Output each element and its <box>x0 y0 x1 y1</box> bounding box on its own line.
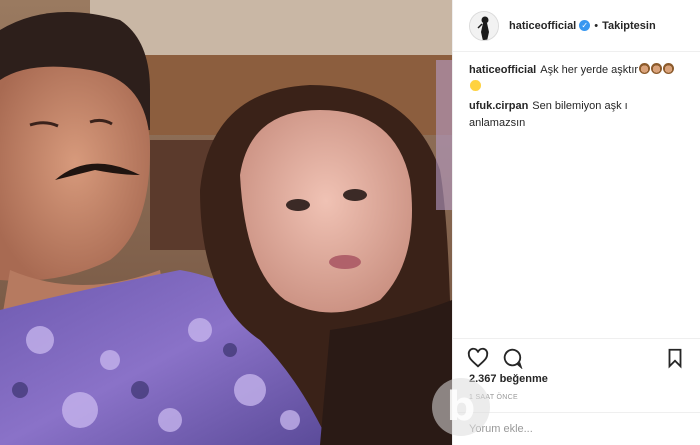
heart-icon[interactable] <box>467 347 489 369</box>
monkey-emoji-icon <box>663 63 675 74</box>
verified-badge-icon: ✓ <box>579 20 591 31</box>
watermark-logo: b <box>432 378 490 436</box>
avatar-figure-icon <box>470 11 498 40</box>
comment-input[interactable] <box>469 423 684 435</box>
instagram-post: haticeofficial ✓ • Takiptesin haticeoffi… <box>0 0 700 445</box>
header-username[interactable]: haticeofficial <box>509 20 576 32</box>
monkey-emoji-icon <box>651 63 663 74</box>
caption-comment: haticeofficial Aşk her yerde aşktır <box>469 62 684 96</box>
follow-status-button[interactable]: Takiptesin <box>602 20 656 32</box>
post-actions <box>453 338 700 376</box>
add-comment-bar <box>453 412 700 445</box>
post-header: haticeofficial ✓ • Takiptesin <box>453 0 700 52</box>
header-separator: • <box>594 19 599 32</box>
likes-count[interactable]: 2.367 beğenme <box>469 373 548 385</box>
smile-emoji-icon <box>470 80 481 91</box>
monkey-emoji-icon <box>639 63 651 74</box>
comment-username[interactable]: haticeofficial <box>469 64 536 76</box>
comment-username[interactable]: ufuk.cirpan <box>469 100 528 112</box>
post-photo[interactable] <box>0 0 452 445</box>
bookmark-icon[interactable] <box>664 347 686 369</box>
list-item-comment: ufuk.cirpan Sen bilemiyon aşk ı anlamazsı… <box>469 98 684 132</box>
post-sidebar: haticeofficial ✓ • Takiptesin haticeoffi… <box>452 0 700 445</box>
comments-list: haticeofficial Aşk her yerde aşktır ufuk.… <box>453 52 700 322</box>
avatar[interactable] <box>469 10 499 41</box>
comment-icon[interactable] <box>501 347 523 370</box>
comment-text: Aşk her yerde aşktır <box>540 64 639 76</box>
photo-illustration <box>0 0 452 445</box>
